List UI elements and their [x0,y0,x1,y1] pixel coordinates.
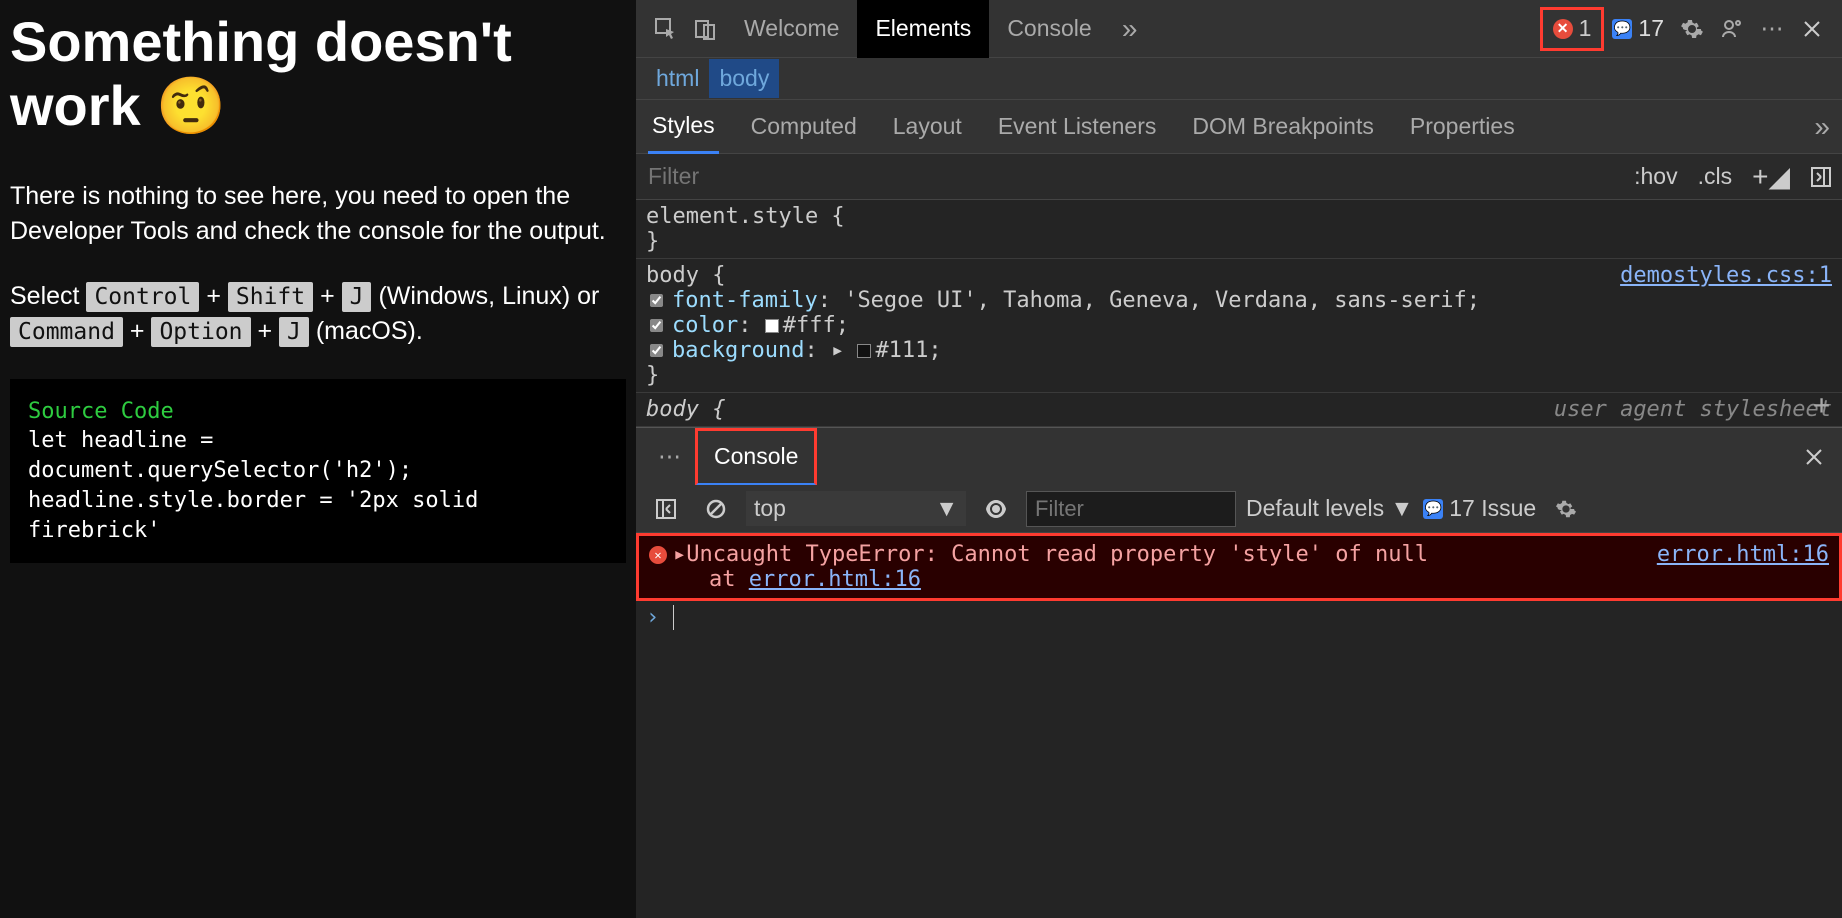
dom-breadcrumb: html body [636,58,1842,100]
inspect-element-icon[interactable] [646,9,686,49]
execution-context-select[interactable]: top ▼ [746,491,966,526]
toggle-sidebar-icon[interactable] [1800,166,1842,188]
subtab-dom-breakpoints[interactable]: DOM Breakpoints [1188,100,1378,154]
devtools-toolbar: Welcome Elements Console » ✕ 1 💬 17 ⋯ [636,0,1842,58]
kbd-option: Option [151,317,250,347]
issue-count: 17 [1638,15,1664,42]
issue-icon: 💬 [1423,499,1443,519]
tab-welcome[interactable]: Welcome [726,0,857,58]
add-declaration-icon[interactable]: + [1813,388,1830,421]
subtab-layout[interactable]: Layout [889,100,966,154]
styles-filter-input[interactable] [636,163,1624,190]
drawer-tab-console[interactable]: Console [695,428,817,486]
breadcrumb-body[interactable]: body [709,59,779,98]
error-source-link[interactable]: error.html:16 [1657,542,1829,567]
decl-checkbox[interactable] [650,344,663,357]
more-subtabs-icon[interactable]: » [1814,111,1830,143]
body-rule[interactable]: body { demostyles.css:1 font-family: 'Se… [636,259,1842,393]
source-line-1: let headline = document.querySelector('h… [28,426,608,485]
error-count: 1 [1579,15,1592,42]
subtab-properties[interactable]: Properties [1406,100,1519,154]
more-tabs-icon[interactable]: » [1110,9,1150,49]
kbd-shift: Shift [228,282,313,312]
kbd-control: Control [86,282,199,312]
issues-link[interactable]: 💬 17 Issue [1423,495,1536,522]
issue-count-badge[interactable]: 💬 17 [1604,15,1672,42]
error-icon: ✕ [649,546,667,564]
settings-icon[interactable] [1672,9,1712,49]
cls-toggle[interactable]: .cls [1688,163,1743,190]
hov-toggle[interactable]: :hov [1624,163,1687,190]
drawer-close-icon[interactable] [1794,437,1834,477]
styles-pane: element.style { } body { demostyles.css:… [636,200,1842,427]
console-prompt[interactable]: › [636,601,1842,634]
subtab-computed[interactable]: Computed [747,100,861,154]
source-code-block: Source Code let headline = document.quer… [10,379,626,563]
clear-console-icon[interactable] [696,489,736,529]
page-paragraph: There is nothing to see here, you need t… [10,179,626,249]
console-toolbar: top ▼ Default levels ▼ 💬 17 Issue [636,485,1842,533]
breadcrumb-html[interactable]: html [646,59,709,98]
page-heading: Something doesn't work 🤨 [10,10,626,139]
kbd-command: Command [10,317,123,347]
kbd-j-2: J [279,317,309,347]
drawer-tabbar: ⋯ Console [636,427,1842,485]
demo-page: Something doesn't work 🤨 There is nothin… [0,0,636,918]
console-settings-icon[interactable] [1546,489,1586,529]
tab-elements[interactable]: Elements [857,0,989,58]
error-icon: ✕ [1553,19,1573,39]
close-icon[interactable] [1792,9,1832,49]
color-swatch[interactable] [765,319,779,333]
color-swatch[interactable] [857,344,871,358]
decl-checkbox[interactable] [650,319,663,332]
subtab-event-listeners[interactable]: Event Listeners [994,100,1161,154]
feedback-icon[interactable] [1712,9,1752,49]
subtab-styles[interactable]: Styles [648,100,719,154]
live-expression-icon[interactable] [976,489,1016,529]
styles-filter-row: :hov .cls +◢ [636,154,1842,200]
kbd-j: J [342,282,372,312]
keyboard-instructions: Select Control + Shift + J (Windows, Lin… [10,279,626,349]
stylesheet-link[interactable]: demostyles.css:1 [1620,263,1832,288]
console-filter-input[interactable] [1026,491,1236,527]
element-style-rule[interactable]: element.style { } [636,200,1842,259]
console-error-message[interactable]: ✕▸Uncaught TypeError: Cannot read proper… [636,533,1842,601]
device-toolbar-icon[interactable] [686,9,726,49]
error-count-badge[interactable]: ✕ 1 [1540,7,1605,51]
log-levels-select[interactable]: Default levels ▼ [1246,495,1413,522]
tab-console[interactable]: Console [989,0,1109,58]
source-line-2: headline.style.border = '2px solid fireb… [28,486,608,545]
issue-icon: 💬 [1612,19,1632,39]
drawer-more-icon[interactable]: ⋯ [644,443,695,470]
stacktrace-link[interactable]: error.html:16 [749,567,921,592]
error-text: Uncaught TypeError: Cannot read property… [686,542,1428,567]
styles-subtabs: Styles Computed Layout Event Listeners D… [636,100,1842,154]
new-style-rule-icon[interactable]: +◢ [1742,160,1800,193]
user-agent-rule: body { user agent stylesheet [636,393,1842,427]
kebab-menu-icon[interactable]: ⋯ [1752,9,1792,49]
devtools-panel: Welcome Elements Console » ✕ 1 💬 17 ⋯ ht… [636,0,1842,918]
decl-checkbox[interactable] [650,294,663,307]
ua-source-label: user agent stylesheet [1554,397,1832,422]
show-console-sidebar-icon[interactable] [646,489,686,529]
source-code-title: Source Code [28,397,608,427]
